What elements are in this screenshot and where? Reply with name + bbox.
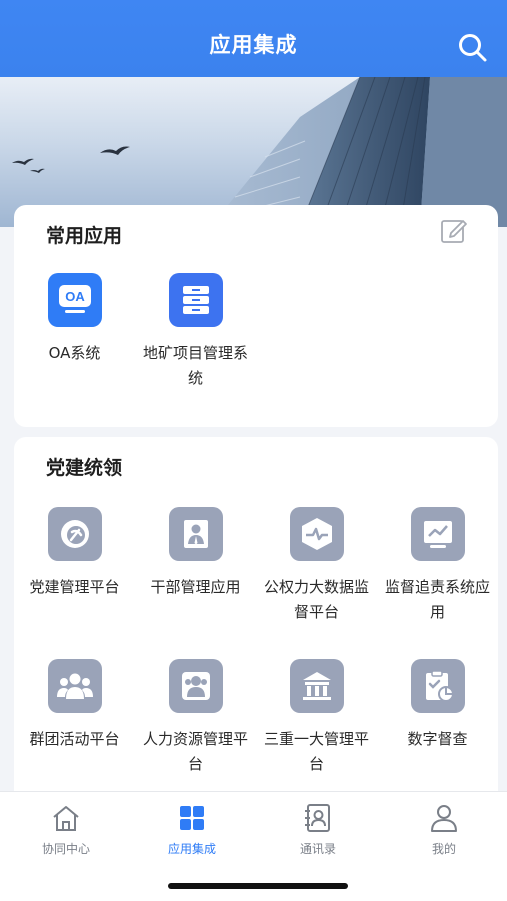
app-digital-inspection[interactable]: 数字督查	[377, 659, 498, 752]
tab-app-integration[interactable]: 应用集成	[129, 792, 255, 857]
party-building-card: 党建统领 党建管理平台 干部管理应用 公权力大数据监督平台 监督追责系统应用 群…	[14, 437, 498, 797]
app-label: 人力资源管理平台	[142, 730, 248, 773]
common-apps-card: 常用应用 OA OA系统 地矿项目管理系统	[14, 205, 498, 427]
app-mining-project-system[interactable]: 地矿项目管理系统	[135, 273, 256, 391]
home-icon	[53, 806, 79, 831]
app-label: 党建管理平台	[29, 578, 120, 596]
database-icon	[168, 273, 223, 327]
app-mass-activities[interactable]: 群团活动平台	[14, 659, 135, 752]
app-label: 三重一大管理平台	[263, 730, 369, 773]
cadre-icon	[168, 507, 223, 561]
app-label: 群团活动平台	[29, 730, 120, 748]
app-accountability-system[interactable]: 监督追责系统应用	[377, 507, 498, 625]
party-building-title: 党建统领	[46, 457, 123, 479]
checklist-icon	[410, 659, 465, 713]
group-icon	[47, 659, 102, 713]
app-cadre-management[interactable]: 干部管理应用	[135, 507, 256, 600]
svg-text:OA: OA	[65, 289, 85, 304]
user-icon	[431, 805, 457, 832]
oa-icon: OA	[47, 273, 102, 327]
app-hr-management[interactable]: 人力资源管理平台	[135, 659, 256, 777]
tab-label: 协同中心	[41, 842, 90, 856]
contacts-icon	[305, 804, 330, 832]
tab-contacts[interactable]: 通讯录	[255, 792, 381, 857]
search-icon[interactable]	[457, 32, 489, 64]
edit-icon[interactable]	[440, 217, 468, 245]
chart-screen-icon	[410, 507, 465, 561]
app-label: 干部管理应用	[150, 578, 241, 596]
app-label: OA系统	[48, 344, 101, 362]
tab-collaboration-center[interactable]: 协同中心	[3, 792, 129, 857]
party-emblem-icon	[47, 507, 102, 561]
home-indicator	[168, 883, 348, 889]
app-label: 地矿项目管理系统	[142, 344, 248, 387]
page-title: 应用集成	[209, 32, 298, 57]
tab-mine[interactable]: 我的	[381, 792, 507, 857]
top-nav-bar: 应用集成	[0, 0, 507, 77]
app-public-power-supervision[interactable]: 公权力大数据监督平台	[256, 507, 377, 625]
app-oa-system[interactable]: OA OA系统	[14, 273, 135, 366]
monitor-pulse-icon	[289, 507, 344, 561]
app-label: 公权力大数据监督平台	[263, 578, 369, 621]
app-label: 监督追责系统应用	[384, 578, 490, 621]
building-icon	[289, 659, 344, 713]
tab-label: 我的	[431, 842, 456, 856]
common-apps-title: 常用应用	[46, 225, 123, 247]
app-label: 数字督查	[407, 730, 468, 748]
tab-label: 通讯录	[299, 842, 336, 856]
hr-icon	[168, 659, 223, 713]
grid-icon	[180, 806, 204, 830]
tab-label: 应用集成	[167, 842, 216, 856]
app-party-management[interactable]: 党建管理平台	[14, 507, 135, 600]
app-three-important-one-large[interactable]: 三重一大管理平台	[256, 659, 377, 777]
